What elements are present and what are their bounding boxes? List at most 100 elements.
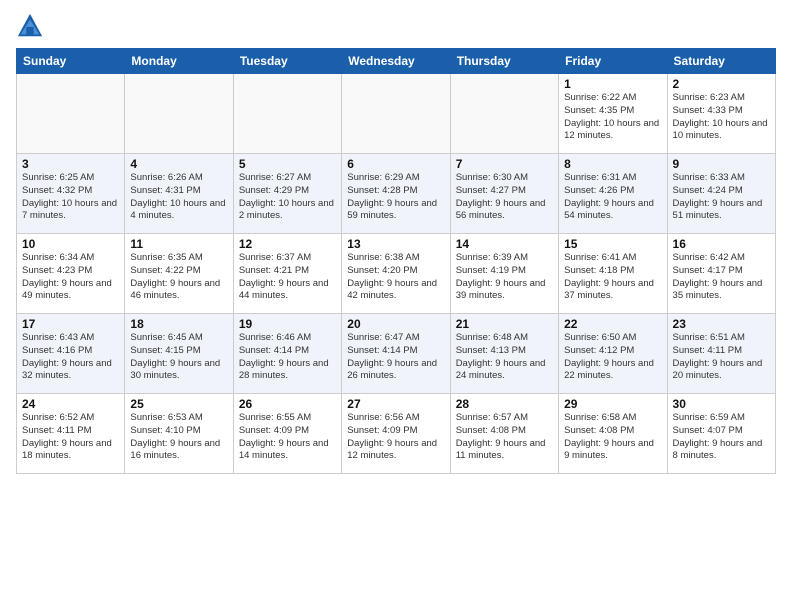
day-cell [17, 74, 125, 154]
day-cell: 8Sunrise: 6:31 AM Sunset: 4:26 PM Daylig… [559, 154, 667, 234]
day-info: Sunrise: 6:47 AM Sunset: 4:14 PM Dayligh… [347, 332, 444, 383]
day-cell: 7Sunrise: 6:30 AM Sunset: 4:27 PM Daylig… [450, 154, 558, 234]
day-number: 18 [130, 317, 227, 331]
day-cell: 2Sunrise: 6:23 AM Sunset: 4:33 PM Daylig… [667, 74, 775, 154]
day-info: Sunrise: 6:48 AM Sunset: 4:13 PM Dayligh… [456, 332, 553, 383]
day-cell: 15Sunrise: 6:41 AM Sunset: 4:18 PM Dayli… [559, 234, 667, 314]
week-row-4: 17Sunrise: 6:43 AM Sunset: 4:16 PM Dayli… [17, 314, 776, 394]
day-info: Sunrise: 6:50 AM Sunset: 4:12 PM Dayligh… [564, 332, 661, 383]
day-cell: 1Sunrise: 6:22 AM Sunset: 4:35 PM Daylig… [559, 74, 667, 154]
day-cell: 18Sunrise: 6:45 AM Sunset: 4:15 PM Dayli… [125, 314, 233, 394]
day-cell: 5Sunrise: 6:27 AM Sunset: 4:29 PM Daylig… [233, 154, 341, 234]
day-info: Sunrise: 6:51 AM Sunset: 4:11 PM Dayligh… [673, 332, 770, 383]
day-cell: 21Sunrise: 6:48 AM Sunset: 4:13 PM Dayli… [450, 314, 558, 394]
day-number: 7 [456, 157, 553, 171]
day-info: Sunrise: 6:23 AM Sunset: 4:33 PM Dayligh… [673, 92, 770, 143]
day-cell: 29Sunrise: 6:58 AM Sunset: 4:08 PM Dayli… [559, 394, 667, 474]
day-info: Sunrise: 6:38 AM Sunset: 4:20 PM Dayligh… [347, 252, 444, 303]
day-info: Sunrise: 6:27 AM Sunset: 4:29 PM Dayligh… [239, 172, 336, 223]
header-thursday: Thursday [450, 49, 558, 74]
calendar-table: SundayMondayTuesdayWednesdayThursdayFrid… [16, 48, 776, 474]
day-info: Sunrise: 6:29 AM Sunset: 4:28 PM Dayligh… [347, 172, 444, 223]
day-number: 13 [347, 237, 444, 251]
day-number: 5 [239, 157, 336, 171]
day-cell: 10Sunrise: 6:34 AM Sunset: 4:23 PM Dayli… [17, 234, 125, 314]
day-number: 21 [456, 317, 553, 331]
day-number: 19 [239, 317, 336, 331]
day-info: Sunrise: 6:33 AM Sunset: 4:24 PM Dayligh… [673, 172, 770, 223]
day-info: Sunrise: 6:42 AM Sunset: 4:17 PM Dayligh… [673, 252, 770, 303]
day-info: Sunrise: 6:41 AM Sunset: 4:18 PM Dayligh… [564, 252, 661, 303]
day-info: Sunrise: 6:59 AM Sunset: 4:07 PM Dayligh… [673, 412, 770, 463]
day-number: 8 [564, 157, 661, 171]
day-cell: 28Sunrise: 6:57 AM Sunset: 4:08 PM Dayli… [450, 394, 558, 474]
day-info: Sunrise: 6:22 AM Sunset: 4:35 PM Dayligh… [564, 92, 661, 143]
header-monday: Monday [125, 49, 233, 74]
day-info: Sunrise: 6:35 AM Sunset: 4:22 PM Dayligh… [130, 252, 227, 303]
day-number: 15 [564, 237, 661, 251]
day-number: 10 [22, 237, 119, 251]
day-info: Sunrise: 6:53 AM Sunset: 4:10 PM Dayligh… [130, 412, 227, 463]
day-info: Sunrise: 6:25 AM Sunset: 4:32 PM Dayligh… [22, 172, 119, 223]
day-number: 14 [456, 237, 553, 251]
week-row-1: 1Sunrise: 6:22 AM Sunset: 4:35 PM Daylig… [17, 74, 776, 154]
day-number: 1 [564, 77, 661, 91]
week-row-3: 10Sunrise: 6:34 AM Sunset: 4:23 PM Dayli… [17, 234, 776, 314]
day-info: Sunrise: 6:26 AM Sunset: 4:31 PM Dayligh… [130, 172, 227, 223]
day-number: 2 [673, 77, 770, 91]
week-row-2: 3Sunrise: 6:25 AM Sunset: 4:32 PM Daylig… [17, 154, 776, 234]
day-cell: 6Sunrise: 6:29 AM Sunset: 4:28 PM Daylig… [342, 154, 450, 234]
day-cell: 22Sunrise: 6:50 AM Sunset: 4:12 PM Dayli… [559, 314, 667, 394]
day-cell: 14Sunrise: 6:39 AM Sunset: 4:19 PM Dayli… [450, 234, 558, 314]
header-row: SundayMondayTuesdayWednesdayThursdayFrid… [17, 49, 776, 74]
logo-icon [16, 12, 44, 40]
day-cell: 26Sunrise: 6:55 AM Sunset: 4:09 PM Dayli… [233, 394, 341, 474]
day-cell [233, 74, 341, 154]
day-info: Sunrise: 6:30 AM Sunset: 4:27 PM Dayligh… [456, 172, 553, 223]
day-number: 28 [456, 397, 553, 411]
header-saturday: Saturday [667, 49, 775, 74]
day-cell: 16Sunrise: 6:42 AM Sunset: 4:17 PM Dayli… [667, 234, 775, 314]
day-cell: 12Sunrise: 6:37 AM Sunset: 4:21 PM Dayli… [233, 234, 341, 314]
day-number: 24 [22, 397, 119, 411]
day-cell: 27Sunrise: 6:56 AM Sunset: 4:09 PM Dayli… [342, 394, 450, 474]
day-cell: 13Sunrise: 6:38 AM Sunset: 4:20 PM Dayli… [342, 234, 450, 314]
day-info: Sunrise: 6:58 AM Sunset: 4:08 PM Dayligh… [564, 412, 661, 463]
day-info: Sunrise: 6:37 AM Sunset: 4:21 PM Dayligh… [239, 252, 336, 303]
day-cell: 19Sunrise: 6:46 AM Sunset: 4:14 PM Dayli… [233, 314, 341, 394]
header-friday: Friday [559, 49, 667, 74]
day-info: Sunrise: 6:34 AM Sunset: 4:23 PM Dayligh… [22, 252, 119, 303]
day-number: 6 [347, 157, 444, 171]
day-number: 23 [673, 317, 770, 331]
day-number: 22 [564, 317, 661, 331]
week-row-5: 24Sunrise: 6:52 AM Sunset: 4:11 PM Dayli… [17, 394, 776, 474]
page: SundayMondayTuesdayWednesdayThursdayFrid… [0, 0, 792, 612]
day-cell: 25Sunrise: 6:53 AM Sunset: 4:10 PM Dayli… [125, 394, 233, 474]
day-info: Sunrise: 6:46 AM Sunset: 4:14 PM Dayligh… [239, 332, 336, 383]
day-cell: 3Sunrise: 6:25 AM Sunset: 4:32 PM Daylig… [17, 154, 125, 234]
header-wednesday: Wednesday [342, 49, 450, 74]
day-cell [342, 74, 450, 154]
day-cell: 20Sunrise: 6:47 AM Sunset: 4:14 PM Dayli… [342, 314, 450, 394]
day-cell: 17Sunrise: 6:43 AM Sunset: 4:16 PM Dayli… [17, 314, 125, 394]
day-info: Sunrise: 6:57 AM Sunset: 4:08 PM Dayligh… [456, 412, 553, 463]
day-number: 16 [673, 237, 770, 251]
day-info: Sunrise: 6:45 AM Sunset: 4:15 PM Dayligh… [130, 332, 227, 383]
day-number: 30 [673, 397, 770, 411]
day-number: 17 [22, 317, 119, 331]
day-number: 20 [347, 317, 444, 331]
day-info: Sunrise: 6:31 AM Sunset: 4:26 PM Dayligh… [564, 172, 661, 223]
day-number: 11 [130, 237, 227, 251]
day-cell [450, 74, 558, 154]
day-info: Sunrise: 6:39 AM Sunset: 4:19 PM Dayligh… [456, 252, 553, 303]
header-tuesday: Tuesday [233, 49, 341, 74]
header [16, 12, 776, 40]
day-number: 9 [673, 157, 770, 171]
day-number: 27 [347, 397, 444, 411]
day-cell: 23Sunrise: 6:51 AM Sunset: 4:11 PM Dayli… [667, 314, 775, 394]
day-cell: 30Sunrise: 6:59 AM Sunset: 4:07 PM Dayli… [667, 394, 775, 474]
day-cell: 4Sunrise: 6:26 AM Sunset: 4:31 PM Daylig… [125, 154, 233, 234]
day-info: Sunrise: 6:43 AM Sunset: 4:16 PM Dayligh… [22, 332, 119, 383]
day-cell: 24Sunrise: 6:52 AM Sunset: 4:11 PM Dayli… [17, 394, 125, 474]
day-number: 25 [130, 397, 227, 411]
